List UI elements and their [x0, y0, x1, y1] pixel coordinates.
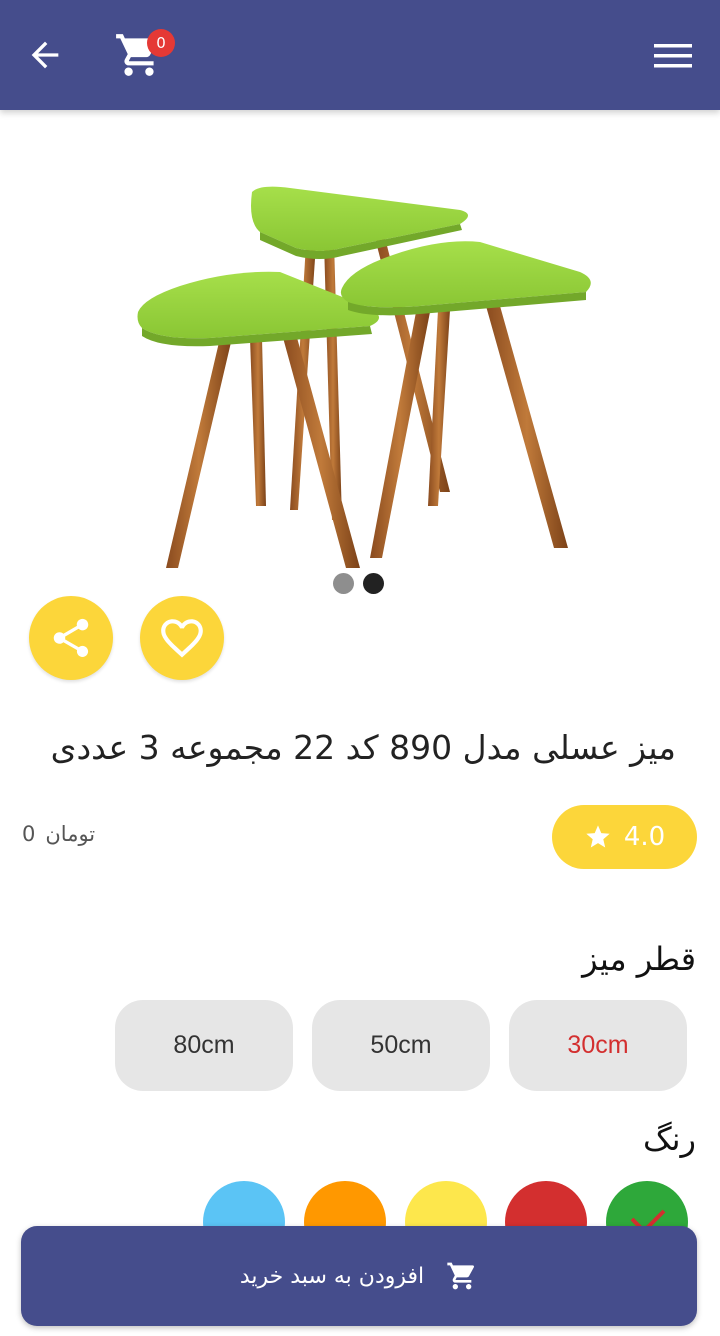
- app-bar: 0: [0, 0, 720, 110]
- star-icon: [586, 825, 610, 848]
- rating-value: 4.0: [623, 822, 666, 852]
- gallery-dot-active[interactable]: [363, 573, 384, 594]
- size-option-30cm[interactable]: 30cm: [509, 1000, 687, 1091]
- heart-icon: [161, 619, 203, 658]
- size-option-50cm[interactable]: 50cm: [312, 1000, 490, 1091]
- share-button[interactable]: [29, 596, 113, 680]
- product-title: میز عسلی مدل 890 کد 22 مجموعه 3 عددی: [50, 728, 676, 767]
- gallery-pagination: [333, 573, 384, 594]
- size-option-80cm[interactable]: 80cm: [115, 1000, 293, 1091]
- price-value: 0: [22, 822, 36, 846]
- gallery-dot[interactable]: [333, 573, 354, 594]
- back-button[interactable]: [22, 32, 68, 78]
- product-price: 0 تومان: [22, 822, 95, 846]
- size-section-label: قطر میز: [582, 940, 696, 978]
- rating-badge: 4.0: [552, 805, 697, 869]
- menu-button[interactable]: [650, 36, 696, 76]
- add-to-cart-label: افزودن به سبد خرید: [239, 1263, 425, 1289]
- cart-icon: [447, 1262, 475, 1290]
- favorite-button[interactable]: [140, 596, 224, 680]
- product-image[interactable]: [120, 170, 600, 570]
- price-currency: تومان: [45, 822, 96, 846]
- add-to-cart-button[interactable]: افزودن به سبد خرید: [21, 1226, 697, 1326]
- arrow-left-icon: [31, 41, 59, 69]
- hamburger-menu-icon: [654, 44, 692, 68]
- color-section-label: رنگ: [643, 1120, 696, 1158]
- cart-count-badge: 0: [147, 29, 175, 57]
- share-icon: [53, 618, 89, 658]
